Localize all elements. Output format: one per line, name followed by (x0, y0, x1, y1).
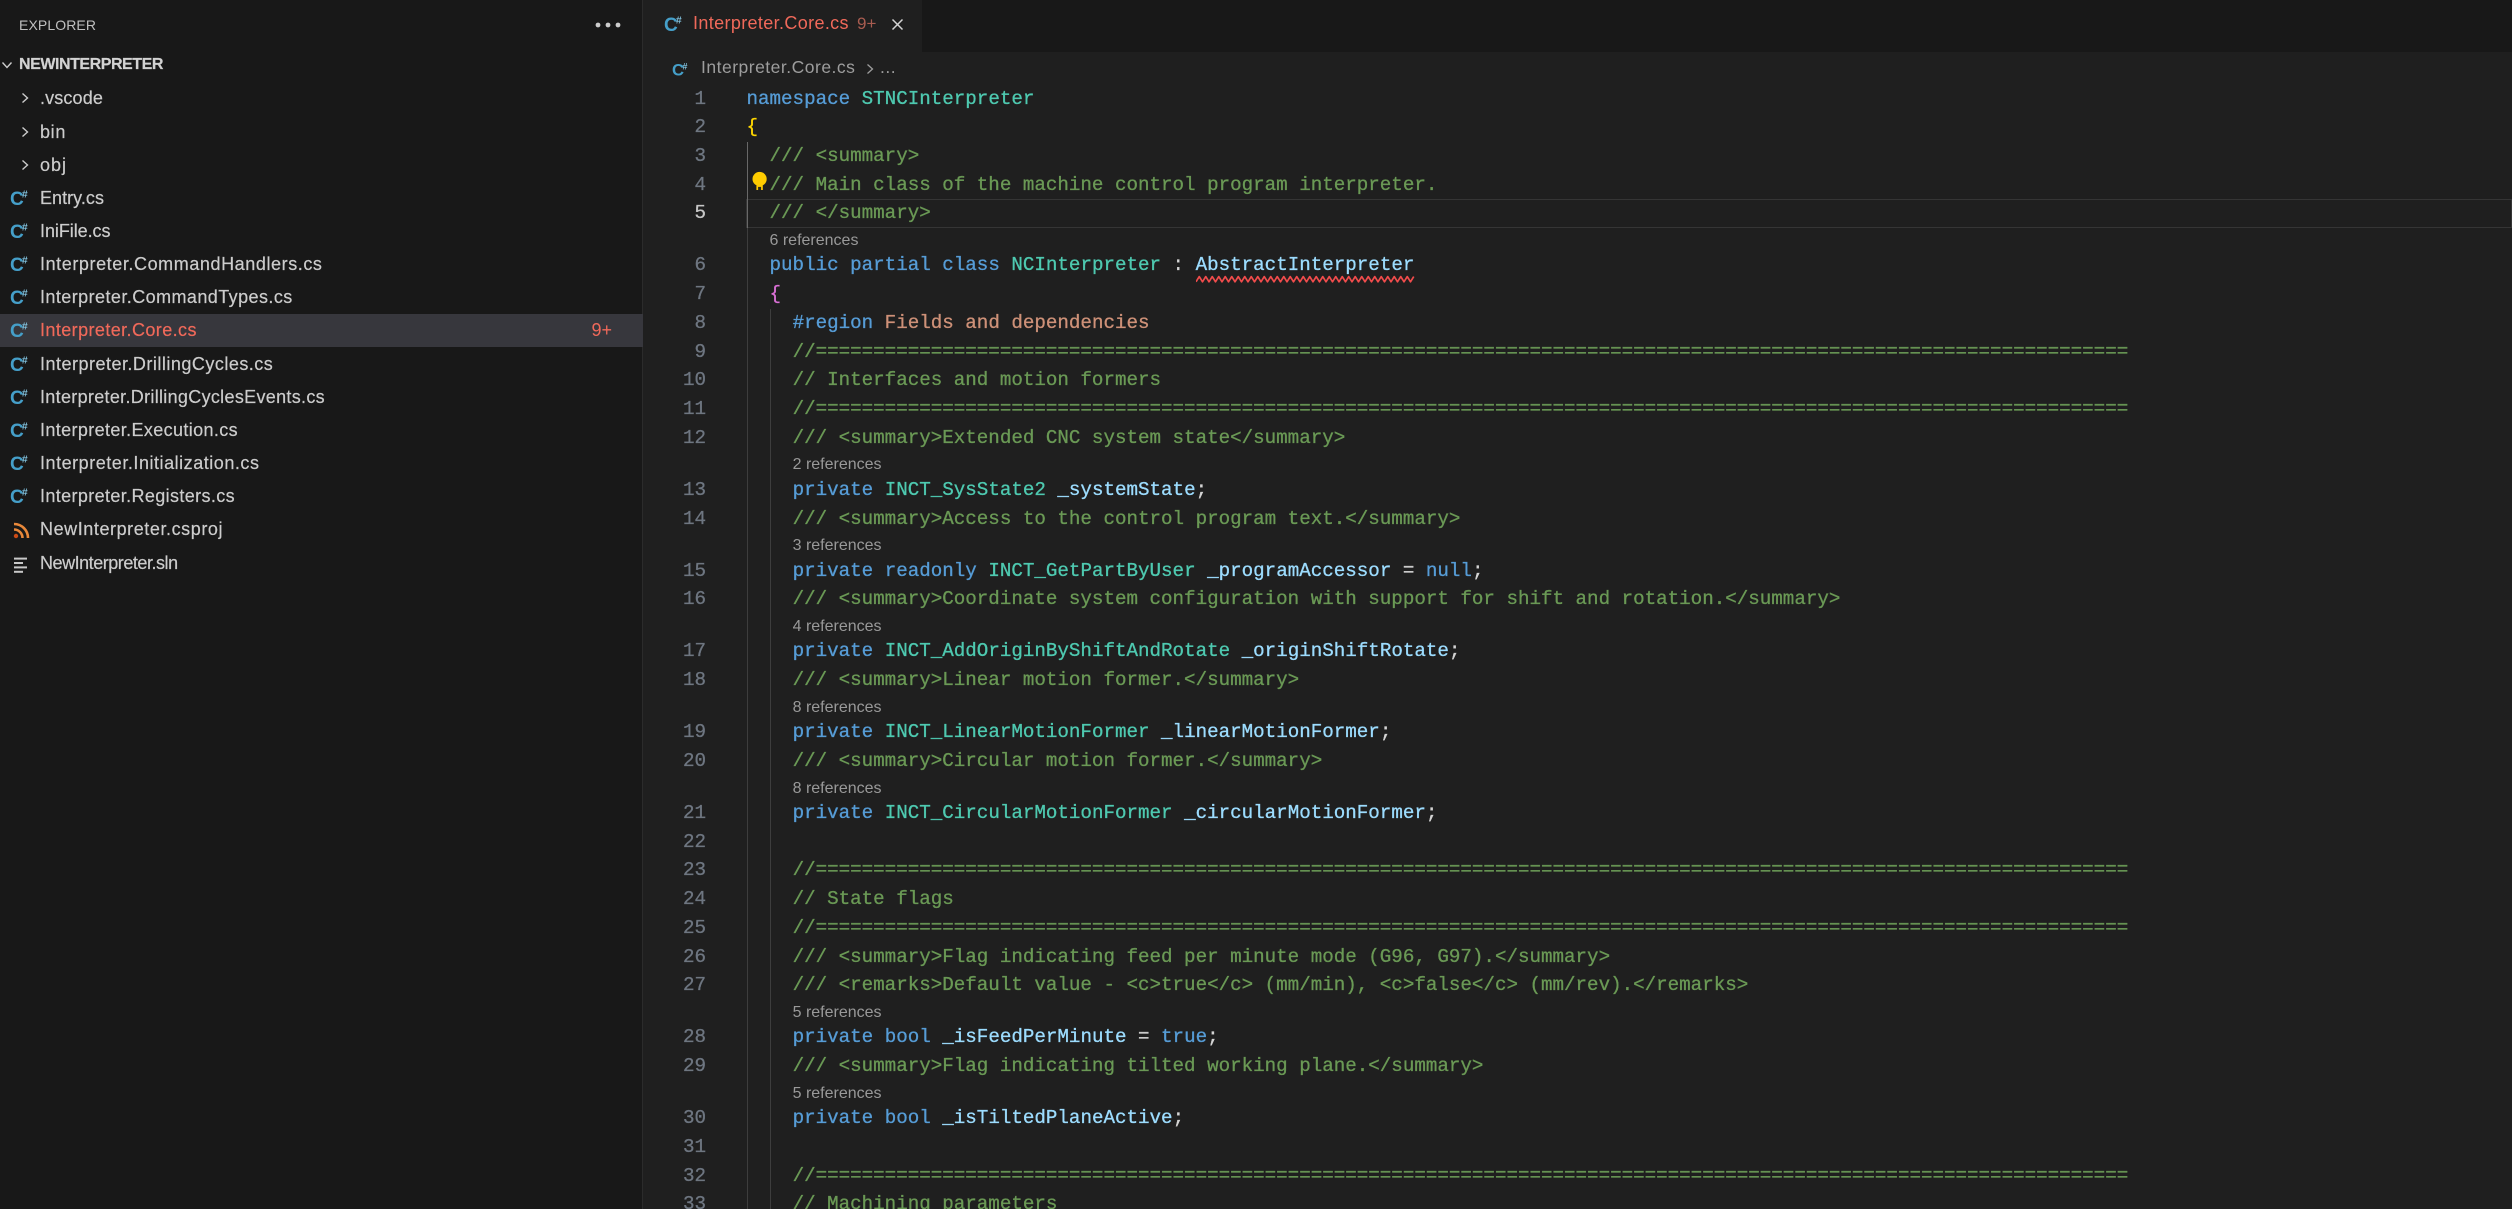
svg-text:#: # (22, 222, 28, 233)
svg-text:#: # (22, 289, 28, 300)
svg-text:#: # (676, 16, 682, 27)
svg-text:#: # (22, 488, 28, 499)
svg-text:#: # (22, 388, 28, 399)
svg-text:#: # (22, 322, 28, 333)
svg-text:#: # (22, 455, 28, 466)
svg-text:#: # (682, 62, 687, 72)
svg-text:#: # (22, 355, 28, 366)
svg-text:#: # (22, 256, 28, 267)
svg-text:#: # (22, 189, 28, 200)
svg-text:#: # (22, 421, 28, 432)
